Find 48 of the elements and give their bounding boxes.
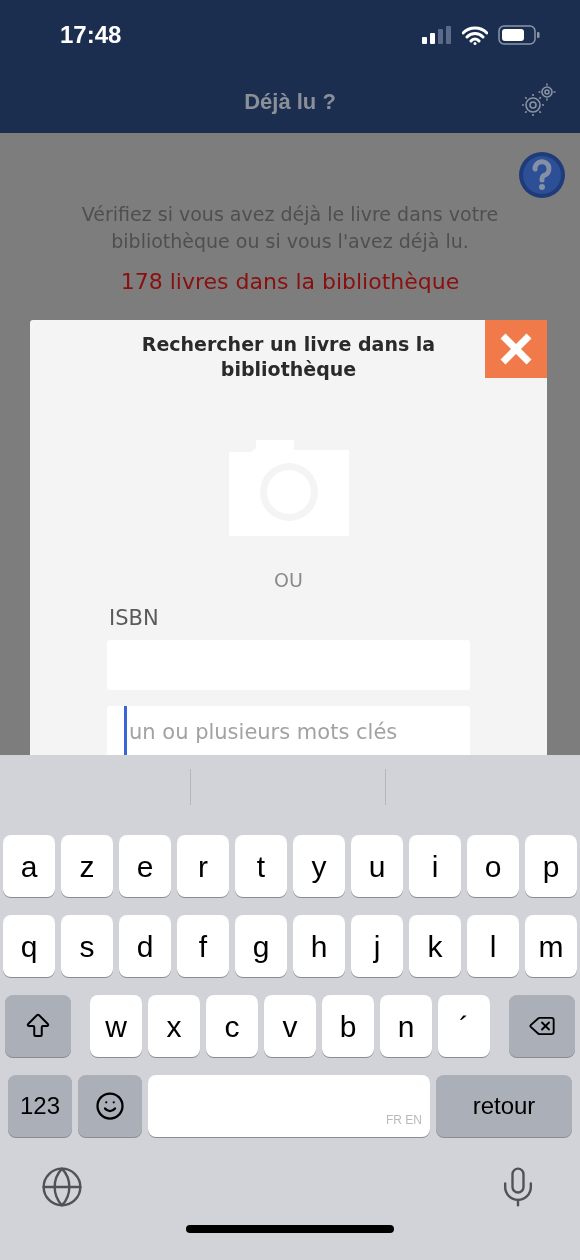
or-separator: OU [274,568,303,593]
keyboard-key[interactable]: 123 [8,1075,72,1137]
globe-icon[interactable] [40,1165,84,1209]
keyboard-key[interactable]: w [90,995,142,1057]
close-button[interactable] [485,320,547,378]
battery-icon [498,25,540,45]
keyboard-key[interactable]: e [119,835,171,897]
dialog-title: Rechercher un livre dans la bibliothèque [140,332,437,382]
keyboard-key[interactable]: u [351,835,403,897]
keyboard-key[interactable]: i [409,835,461,897]
keyboard-key[interactable]: z [61,835,113,897]
shift-key[interactable] [5,995,71,1057]
keyboard-key[interactable]: s [61,915,113,977]
keyboard-key[interactable]: j [351,915,403,977]
emoji-key[interactable] [78,1075,142,1137]
keyboard-key[interactable]: b [322,995,374,1057]
keyboard-key[interactable]: l [467,915,519,977]
keyboard-key[interactable]: retour [436,1075,572,1137]
close-icon [499,332,533,366]
isbn-label: ISBN [108,604,160,632]
keyboard-key[interactable]: h [293,915,345,977]
keyboard-key[interactable]: a [3,835,55,897]
keyboard-key[interactable]: r [177,835,229,897]
keyboard-key[interactable]: m [525,915,577,977]
keyboard-key[interactable]: k [409,915,461,977]
keyboard-key[interactable]: c [206,995,258,1057]
status-time: 17:48 [60,20,122,50]
emoji-icon [95,1091,125,1121]
screen-title: Déjà lu ? [244,88,336,116]
keyboard-key[interactable]: n [380,995,432,1057]
keyboard-key[interactable]: x [148,995,200,1057]
settings-icon[interactable] [522,82,558,118]
keyboard-key[interactable]: f [177,915,229,977]
keyboard-key[interactable]: d [119,915,171,977]
help-icon[interactable] [518,151,566,199]
keyboard-key[interactable]: y [293,835,345,897]
keyboard-key[interactable]: t [235,835,287,897]
keyboard-key[interactable]: v [264,995,316,1057]
delete-key[interactable] [509,995,575,1057]
library-count: 178 livres dans la bibliothèque [120,268,460,296]
keyboard-key[interactable]: o [467,835,519,897]
keyboard-key[interactable]: p [525,835,577,897]
keyboard-key[interactable]: q [3,915,55,977]
wifi-icon [462,25,488,45]
keyboard-key[interactable]: ´ [438,995,490,1057]
keyboard-key[interactable]: g [235,915,287,977]
signal-icon [422,26,452,44]
keywords-field[interactable]: un ou plusieurs mots clés [107,706,470,755]
